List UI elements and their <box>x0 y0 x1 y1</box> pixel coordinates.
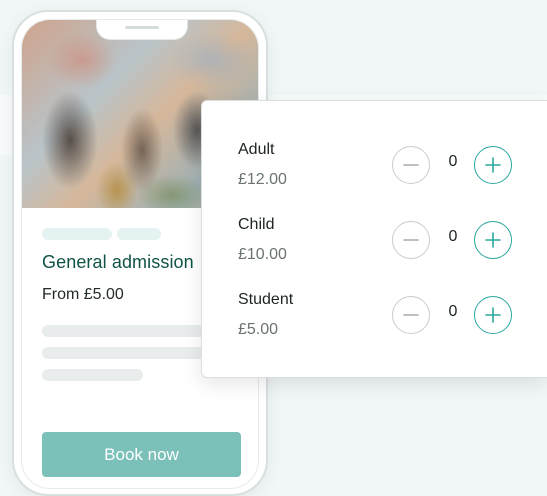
ticket-selector-popover: Adult £12.00 0 Child £10.00 0 Student £5… <box>201 100 547 378</box>
tag-placeholder <box>117 228 161 240</box>
decrease-adult-button[interactable] <box>392 146 430 184</box>
minus-icon <box>403 164 419 166</box>
ticket-row-adult: Adult £12.00 0 <box>202 141 547 201</box>
child-quantity: 0 <box>448 228 458 245</box>
plus-icon <box>485 307 501 323</box>
ticket-price: £10.00 <box>238 246 287 263</box>
event-price: From £5.00 <box>42 286 124 303</box>
plus-icon <box>485 232 501 248</box>
ticket-name: Adult <box>238 141 275 158</box>
tag-placeholder <box>42 228 112 240</box>
ticket-row-child: Child £10.00 0 <box>202 216 547 276</box>
student-quantity: 0 <box>448 303 458 320</box>
book-now-button[interactable]: Book now <box>42 432 241 477</box>
ticket-price: £5.00 <box>238 321 279 338</box>
ticket-name: Student <box>238 291 294 308</box>
phone-notch <box>96 20 188 40</box>
minus-icon <box>403 239 419 241</box>
ticket-price: £12.00 <box>238 171 287 188</box>
plus-icon <box>485 157 501 173</box>
text-placeholder-line <box>42 347 222 359</box>
increase-student-button[interactable] <box>474 296 512 334</box>
decrease-child-button[interactable] <box>392 221 430 259</box>
text-placeholder-line <box>42 325 222 337</box>
adult-quantity: 0 <box>448 153 458 170</box>
text-placeholder-line <box>42 369 143 381</box>
increase-child-button[interactable] <box>474 221 512 259</box>
phone-speaker <box>125 26 159 29</box>
decrease-student-button[interactable] <box>392 296 430 334</box>
ticket-name: Child <box>238 216 275 233</box>
minus-icon <box>403 314 419 316</box>
event-title: General admission <box>42 252 194 272</box>
ticket-row-student: Student £5.00 0 <box>202 291 547 351</box>
increase-adult-button[interactable] <box>474 146 512 184</box>
